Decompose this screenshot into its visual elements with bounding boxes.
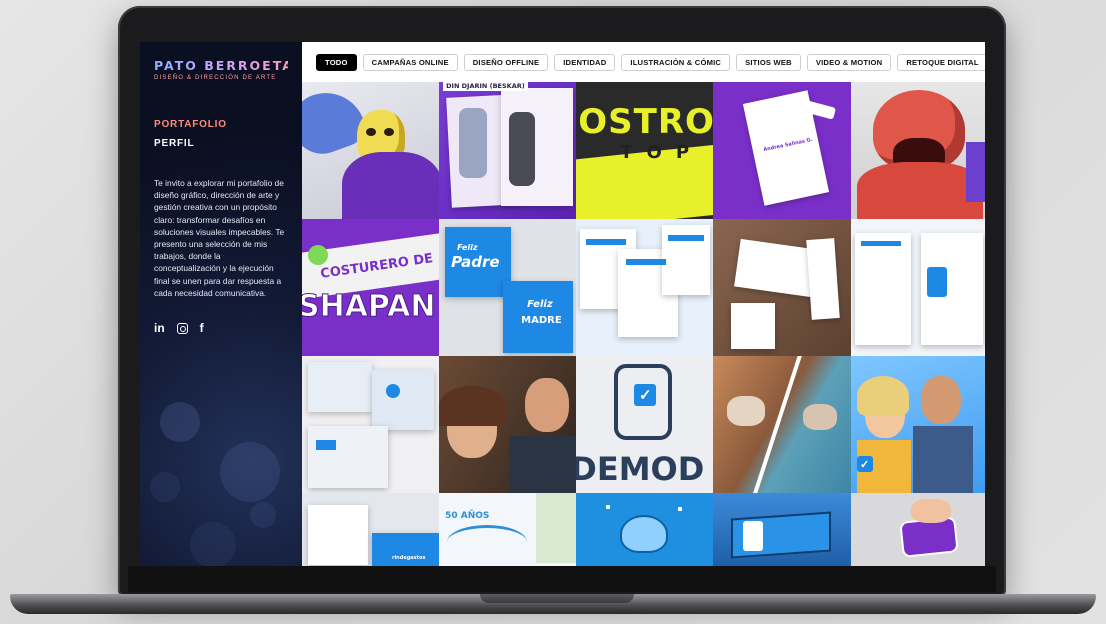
filter-identidad[interactable]: IDENTIDAD — [554, 53, 616, 71]
portfolio-item-brochure[interactable]: rindegastos — [302, 493, 440, 566]
logo-tagline: DISEÑO & DIRECCIÓN DE ARTE — [154, 75, 277, 81]
linkedin-icon[interactable]: in — [154, 321, 165, 335]
portfolio-item-infographics[interactable] — [576, 219, 714, 356]
gastronomia-text: OSTRON — [578, 102, 714, 142]
instagram-icon[interactable] — [176, 322, 188, 334]
gastronomia-subtext: TOP — [620, 142, 704, 163]
portfolio-main: TODO CAMPAÑAS ONLINE DISEÑO OFFLINE IDEN… — [302, 42, 985, 566]
filter-ilustracion-comic[interactable]: ILUSTRACIÓN & CÓMIC — [621, 53, 731, 71]
laptop-bottom-bezel — [128, 566, 996, 592]
category-filter-bar: TODO CAMPAÑAS ONLINE DISEÑO OFFLINE IDEN… — [302, 42, 985, 82]
portfolio-grid: DIN DJARIN (BESKAR) OSTRON TOP Andrea Sa… — [302, 82, 985, 566]
logo-name: PATO BERROETA — [154, 58, 294, 73]
portfolio-item-costurero[interactable]: COSTURERO DE SHAPAN — [302, 219, 440, 356]
padre-line1: Feliz — [457, 243, 478, 252]
demo-text: DEMOD — [576, 450, 705, 488]
intro-text: Te invito a explorar mi portafolio de di… — [154, 178, 285, 298]
portfolio-item-horse-river[interactable] — [713, 356, 851, 493]
portfolio-item-billboard[interactable] — [713, 493, 851, 566]
portfolio-item-tags[interactable] — [713, 219, 851, 356]
portfolio-item-brain[interactable] — [576, 493, 714, 566]
filter-sitios-web[interactable]: SITIOS WEB — [736, 53, 801, 71]
facebook-icon[interactable]: f — [200, 321, 204, 335]
laptop-screen: PATO BERROETA DISEÑO & DIRECCIÓN DE ARTE… — [140, 42, 985, 566]
din-djarin-title: DIN DJARIN (BESKAR) — [443, 82, 528, 91]
portfolio-item-stationery[interactable]: Andrea Salinas G. — [713, 82, 851, 219]
madre-line1: Feliz — [527, 299, 553, 310]
portfolio-item-couple-photo[interactable] — [439, 356, 577, 493]
madre-line2: MADRE — [521, 315, 562, 326]
portfolio-item-couple-phone[interactable]: ✓ — [850, 356, 985, 493]
portfolio-item-exhibition[interactable] — [302, 356, 440, 493]
portfolio-item-demo[interactable]: ✓ DEMOD — [576, 356, 714, 493]
portfolio-item-monster[interactable] — [850, 82, 985, 219]
filter-todo[interactable]: TODO — [316, 53, 357, 71]
portfolio-item-sticker[interactable] — [850, 493, 985, 566]
nav-portfolio-link[interactable]: PORTAFOLIO — [154, 119, 288, 130]
portfolio-item-dias-padre-madre[interactable]: Feliz Padre Feliz MADRE — [439, 219, 577, 356]
filter-video-motion[interactable]: VIDEO & MOTION — [806, 53, 892, 71]
sidebar: PATO BERROETA DISEÑO & DIRECCIÓN DE ARTE… — [140, 42, 302, 566]
filter-campanas-online[interactable]: CAMPAÑAS ONLINE — [362, 53, 458, 71]
portfolio-item-web-mockups[interactable] — [850, 219, 985, 356]
site-logo[interactable]: PATO BERROETA DISEÑO & DIRECCIÓN DE ARTE — [154, 58, 294, 81]
brochure-brand: rindegastos — [392, 555, 426, 561]
portfolio-item-din-djarin[interactable]: DIN DJARIN (BESKAR) — [439, 82, 577, 219]
social-links: in f — [154, 321, 288, 335]
filter-retoque-digital[interactable]: RETOQUE DIGITAL — [897, 53, 985, 71]
filter-diseno-offline[interactable]: DISEÑO OFFLINE — [463, 53, 549, 71]
portfolio-item-gastronomia[interactable]: OSTRON TOP — [576, 82, 714, 219]
costurero-big: SHAPAN — [302, 289, 436, 325]
portfolio-item-skeletor[interactable] — [302, 82, 440, 219]
nav-profile-link[interactable]: PERFIL — [154, 138, 288, 149]
portfolio-item-anniversary[interactable]: 50 AÑOS — [439, 493, 577, 566]
laptop-notch — [480, 594, 634, 603]
anniversary-text: 50 AÑOS — [445, 511, 490, 521]
padre-line2: Padre — [451, 253, 500, 271]
